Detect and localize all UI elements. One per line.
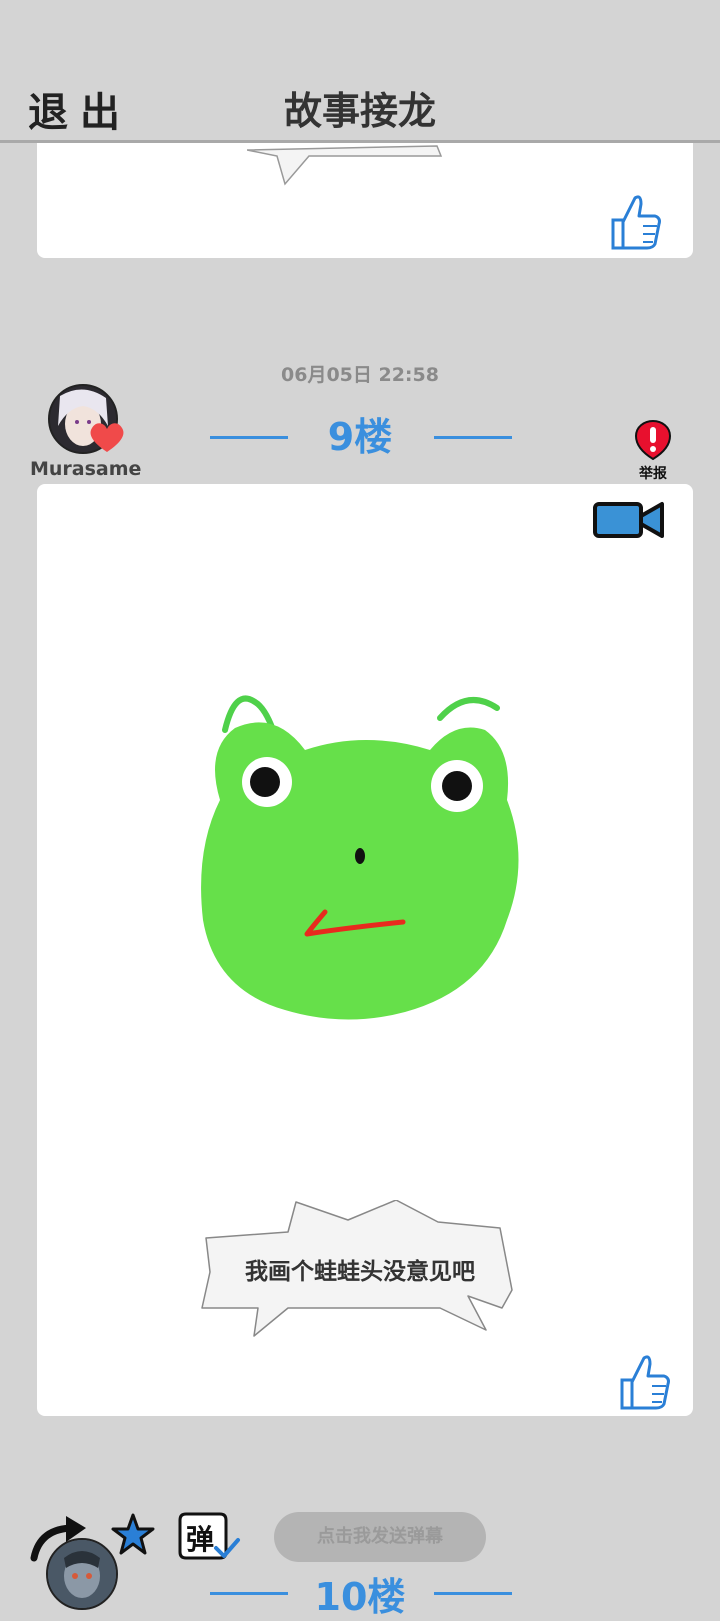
post-timestamp: 06月05日 22:58 (281, 364, 439, 386)
thumbs-up-icon[interactable] (607, 192, 663, 252)
danmaku-input[interactable]: 点击我发送弹幕 (274, 1512, 486, 1562)
username[interactable]: Murasame (30, 458, 141, 480)
caption-bubble: 我画个蛙蛙头没意见吧 (200, 1199, 520, 1346)
like-button[interactable] (616, 1352, 672, 1412)
exclamation-icon (634, 419, 672, 461)
speech-bubble-tail (247, 145, 443, 186)
danmaku-toggle-button[interactable]: 弹 (176, 1512, 242, 1568)
danmaku-toggle-label: 弹 (186, 1523, 215, 1556)
floor-divider: 9楼 (0, 404, 720, 459)
divider-line-right (434, 436, 512, 439)
page-title: 故事接龙 (283, 89, 436, 133)
video-camera-icon[interactable] (592, 500, 666, 540)
frog-drawing (201, 695, 519, 1020)
share-icon[interactable] (30, 1514, 90, 1562)
caption-text: 我画个蛙蛙头没意见吧 (245, 1259, 475, 1285)
top-nav-bar: 退出 故事接龙 (0, 0, 720, 143)
report-button[interactable]: 举报 (634, 419, 672, 483)
floor-number: 9楼 (327, 415, 393, 459)
star-icon[interactable] (110, 1512, 156, 1558)
report-label: 举报 (639, 466, 667, 482)
